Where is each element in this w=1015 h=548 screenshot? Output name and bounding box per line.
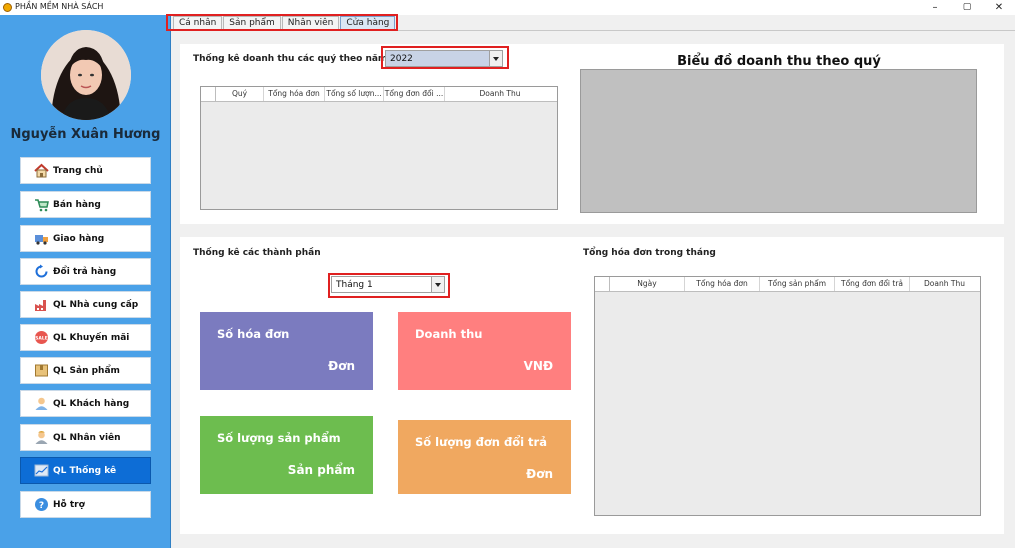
column-header[interactable]: Quý <box>216 87 264 101</box>
sidebar: Nguyễn Xuân Hương Trang chủ Bán hàng Gia… <box>0 15 171 548</box>
sidebar-item-label: QL Sản phẩm <box>53 365 120 376</box>
refresh-icon <box>34 264 49 279</box>
monthly-table: Ngày Tổng hóa đơn Tổng sản phẩm Tổng đơn… <box>594 276 981 516</box>
returns-count-card: Số lượng đơn đổi trả Đơn <box>398 420 571 494</box>
app-icon <box>3 3 12 12</box>
employee-icon <box>34 430 49 445</box>
sidebar-item-label: QL Nhà cung cấp <box>53 299 139 310</box>
tab-products[interactable]: Sản phẩm <box>223 16 281 29</box>
quarterly-title: Thống kê doanh thu các quý theo năm <box>193 54 388 64</box>
chart-title: Biểu đồ doanh thu theo quý <box>677 54 881 69</box>
card-unit: Đơn <box>328 359 355 373</box>
window-title: PHẦN MỀM NHÀ SÁCH <box>15 2 104 11</box>
column-header[interactable]: Ngày <box>610 277 685 291</box>
card-title: Số hóa đơn <box>217 327 290 341</box>
invoice-count-card: Số hóa đơn Đơn <box>200 312 373 390</box>
svg-text:SALE: SALE <box>35 336 48 342</box>
month-select[interactable]: Tháng 1 <box>331 276 445 293</box>
svg-text:?: ? <box>39 501 44 511</box>
card-title: Doanh thu <box>415 327 483 341</box>
maximize-button[interactable]: ▢ <box>952 0 982 15</box>
chevron-down-icon[interactable] <box>431 277 444 292</box>
column-header[interactable]: Tổng sản phẩm <box>760 277 835 291</box>
column-header[interactable]: Tổng đơn đổi ... <box>384 87 445 101</box>
column-header[interactable]: Tổng hóa đơn <box>685 277 760 291</box>
product-count-card: Số lượng sản phẩm Sản phẩm <box>200 416 373 494</box>
help-icon: ? <box>34 497 49 512</box>
sidebar-item-label: QL Khuyến mãi <box>53 332 130 343</box>
card-title: Số lượng sản phẩm <box>217 431 341 445</box>
sidebar-item-sales[interactable]: Bán hàng <box>20 191 151 218</box>
sidebar-item-suppliers[interactable]: QL Nhà cung cấp <box>20 291 151 318</box>
sidebar-item-employees[interactable]: QL Nhân viên <box>20 424 151 451</box>
avatar-image <box>41 30 131 120</box>
column-header[interactable]: Tổng hóa đơn <box>264 87 325 101</box>
sale-icon: SALE <box>34 330 49 345</box>
sidebar-item-statistics[interactable]: QL Thống kê <box>20 457 151 484</box>
year-select[interactable]: 2022 <box>385 50 503 67</box>
tab-store[interactable]: Cửa hàng <box>340 16 396 29</box>
tab-employees[interactable]: Nhân viên <box>281 16 340 29</box>
truck-icon <box>34 231 49 246</box>
table-header: Ngày Tổng hóa đơn Tổng sản phẩm Tổng đơn… <box>595 277 980 292</box>
components-title: Thống kê các thành phần <box>193 248 321 258</box>
close-button[interactable]: ✕ <box>984 0 1014 15</box>
tab-personal[interactable]: Cá nhân <box>173 16 223 29</box>
cart-icon <box>34 197 49 212</box>
sidebar-item-label: QL Nhân viên <box>53 432 121 443</box>
column-header[interactable]: Tổng đơn đổi trả <box>835 277 910 291</box>
card-unit: VNĐ <box>523 359 553 373</box>
revenue-chart <box>580 69 977 213</box>
avatar <box>41 30 131 120</box>
sidebar-item-home[interactable]: Trang chủ <box>20 157 151 184</box>
card-unit: Sản phẩm <box>287 463 355 477</box>
sidebar-item-delivery[interactable]: Giao hàng <box>20 225 151 252</box>
sidebar-item-help[interactable]: ? Hỗ trợ <box>20 491 151 518</box>
home-icon <box>34 163 49 178</box>
chevron-down-icon[interactable] <box>489 51 502 66</box>
sidebar-item-label: QL Thống kê <box>53 465 117 476</box>
card-unit: Đơn <box>526 467 553 481</box>
card-title: Số lượng đơn đổi trả <box>415 435 547 449</box>
monthly-title: Tổng hóa đơn trong tháng <box>583 248 716 258</box>
tabs: Cá nhân Sản phẩm Nhân viên Cửa hàng <box>166 14 399 31</box>
factory-icon <box>34 297 49 312</box>
sidebar-item-label: Bán hàng <box>53 199 101 210</box>
sidebar-item-label: Giao hàng <box>53 233 105 244</box>
year-select-value: 2022 <box>390 53 413 64</box>
sidebar-item-label: Hỗ trợ <box>53 499 85 510</box>
sidebar-item-products[interactable]: QL Sản phẩm <box>20 357 151 384</box>
sidebar-item-returns[interactable]: Đổi trả hàng <box>20 258 151 285</box>
user-icon <box>34 396 49 411</box>
sidebar-item-label: QL Khách hàng <box>53 398 130 409</box>
title-bar: PHẦN MỀM NHÀ SÁCH – ▢ ✕ <box>0 0 1015 15</box>
user-name: Nguyễn Xuân Hương <box>10 127 161 142</box>
sidebar-item-label: Đổi trả hàng <box>53 266 117 277</box>
box-icon <box>34 363 49 378</box>
chart-icon <box>34 463 49 478</box>
quarterly-table: Quý Tổng hóa đơn Tổng số lượn... Tổng đơ… <box>200 86 558 210</box>
column-header[interactable]: Doanh Thu <box>910 277 979 291</box>
column-header[interactable]: Doanh Thu <box>445 87 555 101</box>
sidebar-item-label: Trang chủ <box>53 165 103 176</box>
column-header[interactable]: Tổng số lượn... <box>325 87 384 101</box>
table-header: Quý Tổng hóa đơn Tổng số lượn... Tổng đơ… <box>201 87 557 102</box>
sidebar-item-promotions[interactable]: SALE QL Khuyến mãi <box>20 324 151 351</box>
month-select-value: Tháng 1 <box>336 279 373 290</box>
revenue-card: Doanh thu VNĐ <box>398 312 571 390</box>
minimize-button[interactable]: – <box>920 0 950 15</box>
sidebar-item-customers[interactable]: QL Khách hàng <box>20 390 151 417</box>
